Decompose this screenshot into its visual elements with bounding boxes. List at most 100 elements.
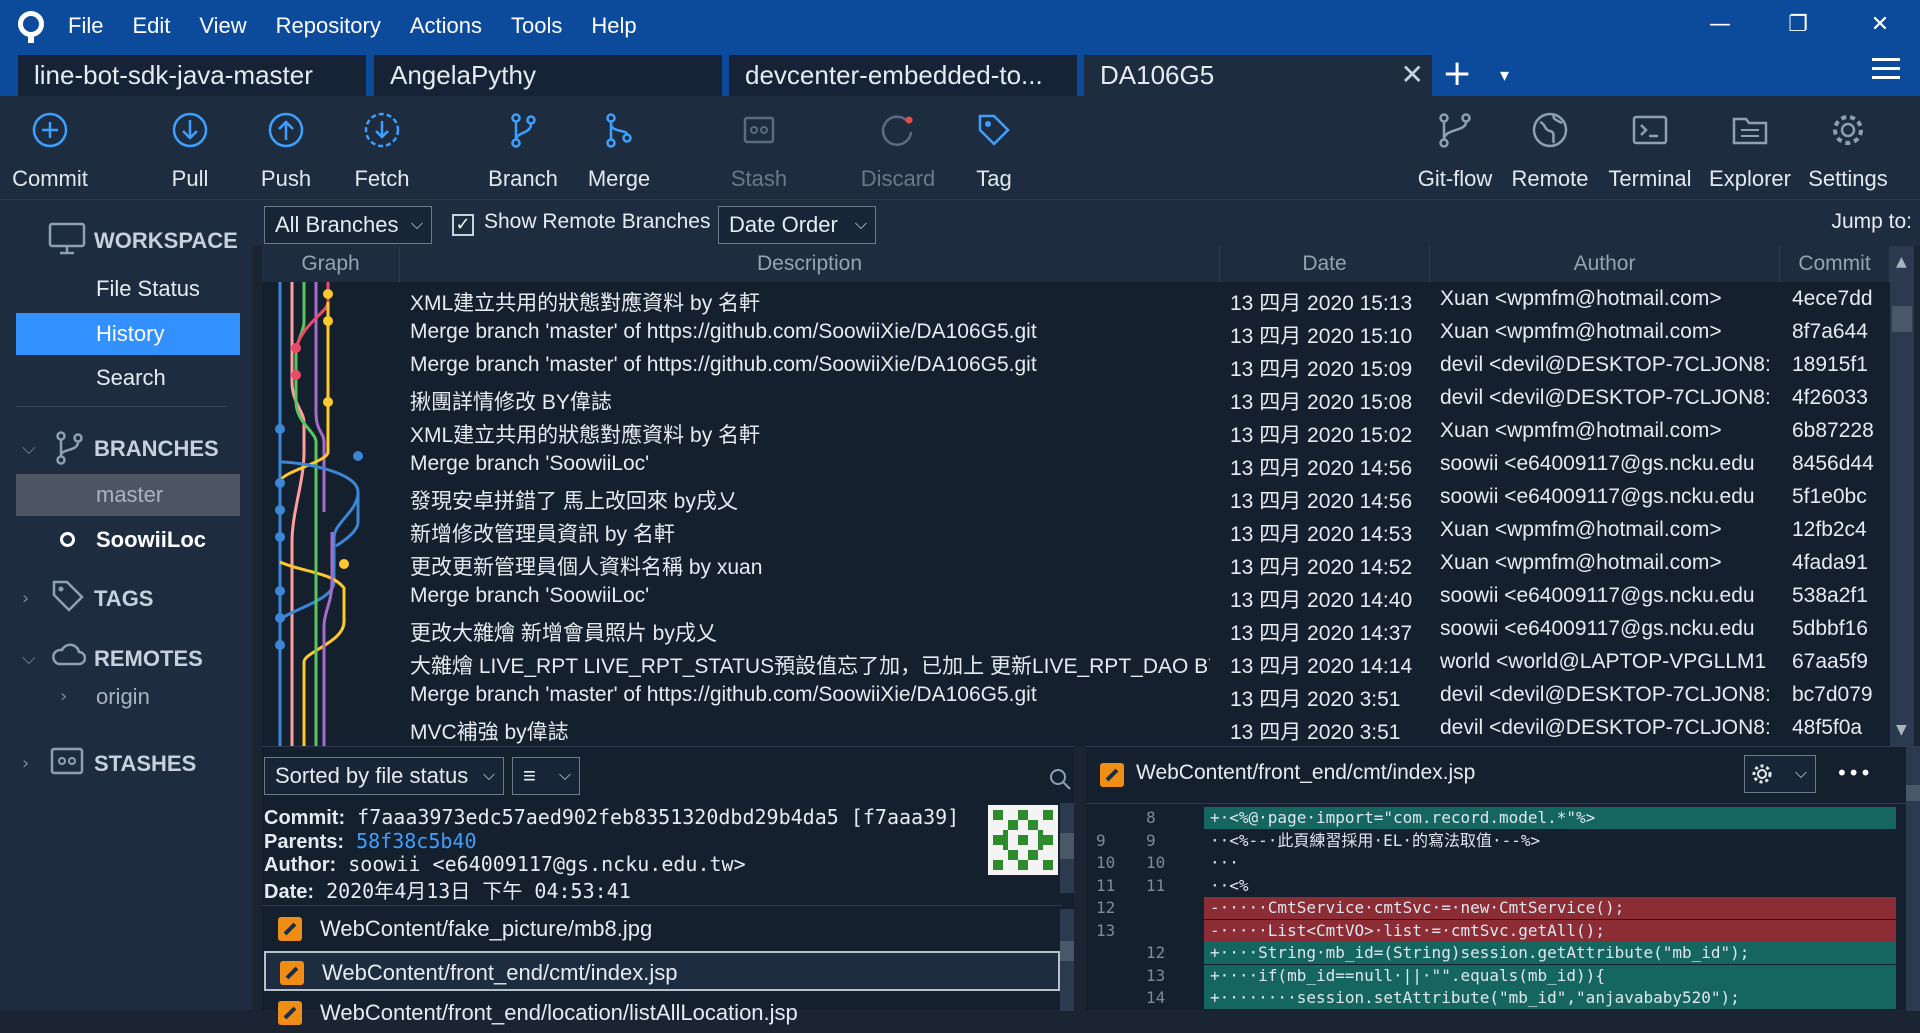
col-author[interactable]: Author <box>1430 246 1780 282</box>
col-date[interactable]: Date <box>1220 246 1430 282</box>
old-line-number: 11 <box>1096 875 1116 895</box>
restore-button[interactable]: ❐ <box>1778 8 1818 42</box>
search-icon[interactable] <box>1048 767 1072 791</box>
menu-help[interactable]: Help <box>591 13 636 39</box>
commit-hash: 12fb2c4 <box>1792 518 1867 541</box>
tab-list-dropdown-icon[interactable]: ▾ <box>1500 56 1509 96</box>
diff-scrollbar[interactable] <box>1906 747 1920 1011</box>
close-tab-icon[interactable]: ✕ <box>1401 55 1424 95</box>
stash-button[interactable]: Stash <box>714 110 804 192</box>
diff-options-dropdown[interactable]: ⌵ <box>1744 755 1816 793</box>
branch-button[interactable]: Branch <box>478 110 568 192</box>
menu-tools[interactable]: Tools <box>511 13 562 39</box>
tab-line-bot-sdk[interactable]: line-bot-sdk-java-master <box>18 55 366 96</box>
details-scroll-thumb[interactable] <box>1060 833 1074 859</box>
hamburger-menu-icon[interactable] <box>1872 58 1900 88</box>
more-options-icon[interactable]: ••• <box>1836 761 1871 785</box>
tag-button[interactable]: Tag <box>949 110 1039 192</box>
discard-button[interactable]: Discard <box>853 110 943 192</box>
table-row[interactable]: 大雜燴 LIVE_RPT LIVE_RPT_STATUS預設值忘了加，已加上 更… <box>262 647 1890 680</box>
jump-to-label: Jump to: <box>1831 210 1912 233</box>
file-sort-dropdown[interactable]: Sorted by file status ⌵ <box>264 757 504 795</box>
table-row[interactable]: XML建立共用的狀態對應資料 by 名軒 13 四月 2020 15:13 Xuan… <box>262 284 1890 317</box>
table-row[interactable]: Merge branch 'master' of https://github.… <box>262 680 1890 713</box>
table-row[interactable]: Merge branch 'master' of https://github.… <box>262 317 1890 350</box>
commit-hash: 4fada91 <box>1792 551 1868 574</box>
remote-button[interactable]: Remote <box>1505 110 1595 192</box>
history-scroll-thumb[interactable] <box>1892 306 1912 332</box>
branch-filter-dropdown[interactable]: All Branches ⌵ <box>264 206 432 244</box>
table-row[interactable]: Merge branch 'SoowiiLoc' 13 四月 2020 14:40… <box>262 581 1890 614</box>
table-row[interactable]: 更改更新管理員個人資料名稱 by xuan 13 四月 2020 14:52 Xua… <box>262 548 1890 581</box>
col-commit[interactable]: Commit <box>1780 246 1890 282</box>
commit-author: Xuan <wpmfm@hotmail.com> <box>1440 518 1722 541</box>
merge-button[interactable]: Merge <box>574 110 664 192</box>
remotes-collapse-icon[interactable]: ⌵ <box>22 648 36 669</box>
minimize-button[interactable]: — <box>1700 8 1740 42</box>
branches-collapse-icon[interactable]: ⌵ <box>22 438 36 459</box>
remotes-heading[interactable]: REMOTES <box>94 646 203 672</box>
table-row[interactable]: XML建立共用的狀態對應資料 by 名軒 13 四月 2020 15:02 Xuan… <box>262 416 1890 449</box>
list-mode-dropdown[interactable]: ≡ ⌵ <box>512 757 580 795</box>
commit-button[interactable]: Commit <box>5 110 95 192</box>
table-row[interactable]: 揪團詳情修改 BY偉誌 13 四月 2020 15:08 devil <devil@… <box>262 383 1890 416</box>
details-scrollbar[interactable] <box>1060 803 1074 893</box>
file-row[interactable]: WebContent/fake_picture/mb8.jpg <box>264 909 1060 949</box>
branch-master[interactable]: master <box>16 474 240 516</box>
add-tab-button[interactable]: + <box>1442 52 1472 96</box>
file-row-selected[interactable]: WebContent/front_end/cmt/index.jsp <box>264 951 1060 991</box>
show-remote-checkbox[interactable]: ✓ <box>452 214 474 236</box>
menu-file[interactable]: File <box>68 13 103 39</box>
tags-heading[interactable]: TAGS <box>94 586 153 612</box>
scroll-down-icon[interactable]: ▼ <box>1896 722 1907 738</box>
close-window-button[interactable]: ✕ <box>1860 8 1900 42</box>
pull-button[interactable]: Pull <box>145 110 235 192</box>
stashes-heading[interactable]: STASHES <box>94 751 196 777</box>
folder-icon <box>1732 117 1768 145</box>
order-dropdown[interactable]: Date Order ⌵ <box>718 206 876 244</box>
new-line-number: 10 <box>1146 853 1166 872</box>
diff-scroll-thumb[interactable] <box>1906 785 1920 801</box>
table-row[interactable]: 新增修改管理員資訊 by 名軒 13 四月 2020 14:53 Xuan <wpm… <box>262 515 1890 548</box>
history-scrollbar[interactable]: ▲ ▼ <box>1890 246 1914 746</box>
table-row[interactable]: Merge branch 'master' of https://github.… <box>262 350 1890 383</box>
menu-repository[interactable]: Repository <box>276 13 381 39</box>
menu-view[interactable]: View <box>199 13 246 39</box>
col-description[interactable]: Description <box>400 246 1220 282</box>
gitflow-button[interactable]: Git-flow <box>1410 110 1500 192</box>
repo-tab-bar: line-bot-sdk-java-master AngelaPythy dev… <box>0 52 1920 96</box>
file-list-scroll-thumb[interactable] <box>1060 941 1074 961</box>
file-list-scrollbar[interactable] <box>1060 909 1074 1011</box>
push-button[interactable]: Push <box>241 110 331 192</box>
commit-date: 13 四月 2020 14:53 <box>1230 523 1413 546</box>
table-row[interactable]: 發現安卓拼錯了 馬上改回來 by戌乂 13 四月 2020 14:56 soowii… <box>262 482 1890 515</box>
tags-expand-icon[interactable]: › <box>22 588 29 609</box>
chevron-down-icon: ⌵ <box>1794 765 1807 782</box>
branches-heading[interactable]: BRANCHES <box>94 436 219 462</box>
fetch-button[interactable]: Fetch <box>337 110 427 192</box>
commit-author: soowii <e64009117@gs.ncku.edu <box>1440 452 1755 475</box>
terminal-button[interactable]: Terminal <box>1605 110 1695 192</box>
file-row[interactable]: WebContent/front_end/location/listAllLoc… <box>264 993 1060 1033</box>
table-row[interactable]: Merge branch 'SoowiiLoc' 13 四月 2020 14:56… <box>262 449 1890 482</box>
menu-actions[interactable]: Actions <box>410 13 482 39</box>
sidebar-item-file-status[interactable]: File Status <box>16 268 240 310</box>
branch-soowiiloc[interactable]: SoowiiLoc <box>16 519 240 561</box>
stashes-expand-icon[interactable]: › <box>22 753 29 774</box>
table-row[interactable]: 更改大雜燴 新增會員照片 by戌乂 13 四月 2020 14:37 soowii … <box>262 614 1890 647</box>
settings-button[interactable]: Settings <box>1803 110 1893 192</box>
remote-origin[interactable]: origin <box>16 676 240 718</box>
parent-link[interactable]: 58f38c5b40 <box>356 829 476 853</box>
explorer-button[interactable]: Explorer <box>1705 110 1795 192</box>
table-row[interactable]: MVC補強 by偉誌 13 四月 2020 3:51 devil <devil@DE… <box>262 713 1890 746</box>
tab-da106g5[interactable]: DA106G5 ✕ <box>1084 55 1432 96</box>
tab-angelapythy[interactable]: AngelaPythy <box>374 55 722 96</box>
scroll-up-icon[interactable]: ▲ <box>1896 254 1907 270</box>
menu-edit[interactable]: Edit <box>132 13 170 39</box>
col-graph[interactable]: Graph <box>262 246 400 282</box>
stash-icon <box>743 116 775 144</box>
sidebar-item-search[interactable]: Search <box>16 357 240 399</box>
author-avatar <box>988 805 1058 875</box>
tab-devcenter[interactable]: devcenter-embedded-to... <box>729 55 1077 96</box>
sidebar-item-history[interactable]: History <box>16 313 240 355</box>
